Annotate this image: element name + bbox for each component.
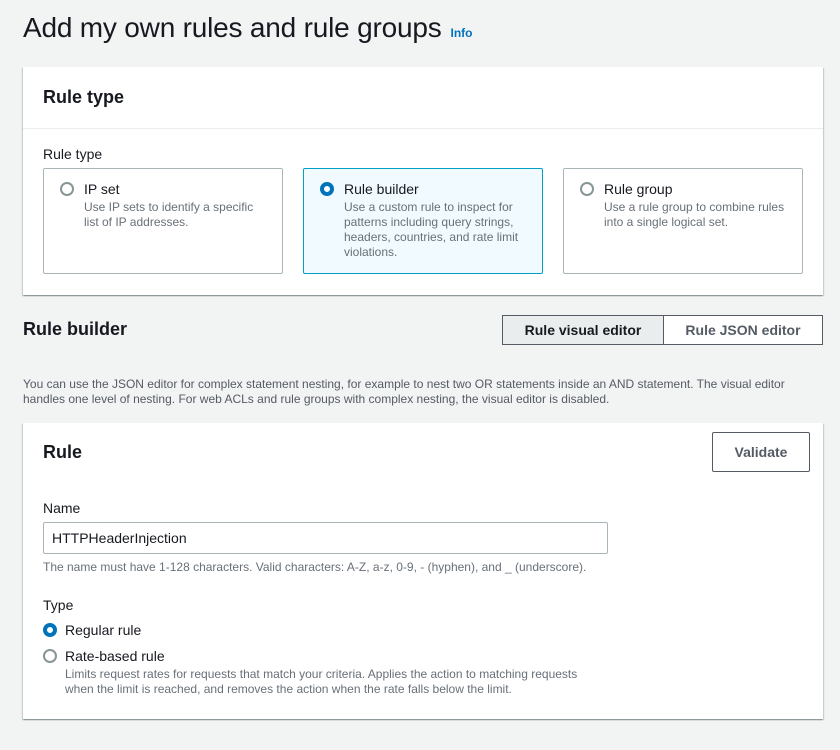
info-link[interactable]: Info	[451, 26, 473, 40]
tile-title: IP set	[84, 181, 120, 197]
page-title: Add my own rules and rule groups	[23, 12, 442, 43]
radio-unselected-icon[interactable]	[580, 182, 594, 196]
tile-description: Use IP sets to identify a specific list …	[84, 200, 254, 229]
rule-type-field-label: Rule type	[43, 146, 103, 162]
radio-selected-icon[interactable]	[320, 182, 334, 196]
validate-button[interactable]: Validate	[712, 432, 810, 472]
rule-panel: Rule Validate Name The name must have 1-…	[23, 423, 823, 719]
regular-rule-option[interactable]: Regular rule	[43, 622, 141, 638]
page-header: Add my own rules and rule groups Info	[23, 12, 473, 44]
regular-rule-label: Regular rule	[65, 622, 142, 638]
editor-toggle: Rule visual editor Rule JSON editor	[502, 315, 823, 345]
rule-panel-header: Rule	[43, 441, 83, 462]
rule-json-editor-button[interactable]: Rule JSON editor	[664, 315, 823, 345]
name-input[interactable]	[43, 522, 608, 554]
editor-note: You can use the JSON editor for complex …	[23, 377, 785, 406]
tile-description: Use a custom rule to inspect for pattern…	[344, 200, 519, 259]
name-label: Name	[43, 500, 81, 516]
tile-title: Rule builder	[344, 181, 419, 197]
radio-unselected-icon[interactable]	[60, 182, 74, 196]
rate-based-rule-label: Rate-based rule	[65, 648, 165, 664]
tile-title: Rule group	[604, 181, 673, 197]
rule-type-panel-header: Rule type	[23, 67, 823, 129]
rate-based-rule-option[interactable]: Rate-based rule Limits request rates for…	[43, 648, 605, 697]
type-label: Type	[43, 597, 74, 613]
radio-unselected-icon[interactable]	[43, 649, 57, 663]
tile-rule-builder[interactable]: Rule builder Use a custom rule to inspec…	[303, 168, 543, 274]
name-hint: The name must have 1-128 characters. Val…	[43, 560, 587, 574]
radio-selected-icon[interactable]	[43, 623, 57, 637]
tile-description: Use a rule group to combine rules into a…	[604, 200, 785, 229]
rule-builder-title: Rule builder	[23, 319, 128, 339]
tile-ip-set[interactable]: IP set Use IP sets to identify a specifi…	[43, 168, 283, 274]
rule-visual-editor-button[interactable]: Rule visual editor	[502, 315, 664, 345]
rule-type-panel: Rule type Rule type IP set Use IP sets t…	[23, 67, 823, 295]
rate-based-rule-description: Limits request rates for requests that m…	[65, 667, 578, 696]
rule-type-tiles: IP set Use IP sets to identify a specifi…	[43, 168, 803, 274]
tile-rule-group[interactable]: Rule group Use a rule group to combine r…	[563, 168, 803, 274]
